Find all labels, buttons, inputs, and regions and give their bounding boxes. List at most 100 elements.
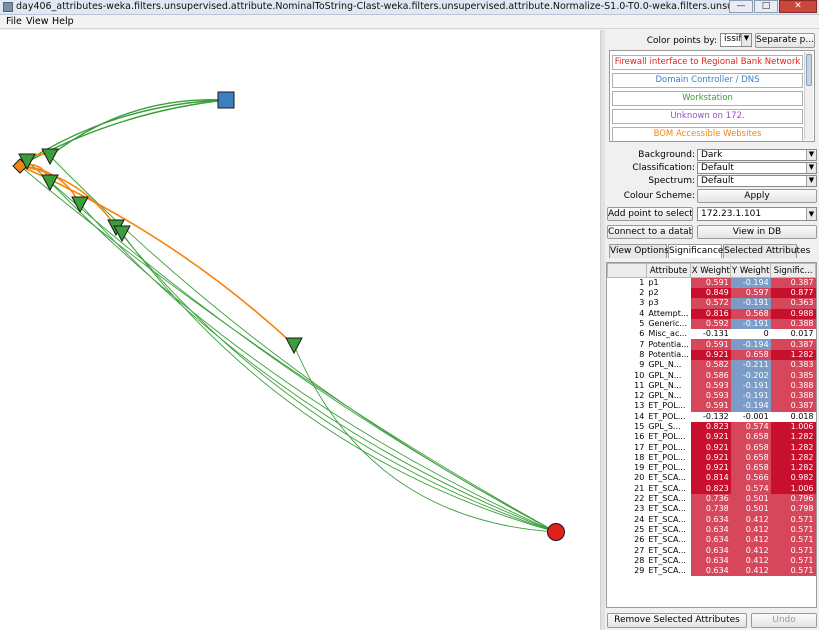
table-row[interactable]: 21 ET_SCA... 0.823 0.574 1.006 (608, 483, 816, 494)
table-row[interactable]: 22 ET_SCA... 0.736 0.501 0.796 (608, 493, 816, 505)
table-row[interactable]: 25 ET_SCA... 0.634 0.412 0.571 (608, 524, 816, 536)
column-header[interactable]: X Weight (690, 263, 732, 278)
app-icon (3, 2, 13, 12)
table-row[interactable]: 23 ET_SCA... 0.738 0.501 0.798 (608, 504, 816, 515)
attribute-cell: ET_SCA... (648, 535, 686, 545)
connect-database-button[interactable]: Connect to a datab... (607, 225, 693, 239)
color-points-dropdown[interactable]: issification ▼ (720, 33, 752, 47)
row-index: 9 (639, 360, 645, 370)
table-row[interactable]: 2 p2 0.849 0.597 0.877 (608, 288, 816, 299)
legend-item[interactable]: BOM Accessible Websites (612, 127, 803, 141)
plot-canvas[interactable] (0, 30, 600, 630)
scrollbar-thumb[interactable] (806, 54, 812, 86)
table-row[interactable]: 7 Potentia... 0.591 -0.194 0.387 (608, 339, 816, 350)
legend-scrollbar[interactable] (804, 52, 813, 140)
add-point-button[interactable]: Add point to selecti... (607, 207, 693, 221)
view-in-db-button[interactable]: View in DB (697, 225, 817, 239)
tab-significance[interactable]: Significance (668, 244, 723, 258)
value-cell: -0.191 (730, 390, 771, 402)
table-row[interactable]: 13 ET_POL... 0.591 -0.194 0.387 (608, 401, 816, 412)
table-row[interactable]: 15 GPL_S... 0.823 0.574 1.006 (608, 421, 816, 433)
table-row[interactable]: 16 ET_POL... 0.921 0.658 1.282 (608, 432, 816, 443)
value-cell: 0.877 (770, 288, 816, 299)
column-header[interactable]: Y Weight (730, 263, 772, 278)
menu-view[interactable]: View (26, 16, 49, 27)
column-header[interactable]: Attribute (645, 263, 692, 278)
maximize-button[interactable]: □ (754, 0, 778, 13)
value-cell: 0.921 (690, 432, 731, 443)
table-row[interactable]: 20 ET_SCA... 0.814 0.566 0.982 (608, 473, 816, 484)
row-index: 10 (634, 370, 645, 380)
title-bar[interactable]: day406_attributes-weka.filters.unsupervi… (0, 0, 819, 15)
table-row[interactable]: 4 Attempt... 0.816 0.568 0.988 (608, 308, 816, 319)
apply-button[interactable]: Apply (697, 189, 817, 203)
table-row[interactable]: 18 ET_POL... 0.921 0.658 1.282 (608, 452, 816, 464)
table-row[interactable]: 19 ET_POL... 0.921 0.658 1.282 (608, 463, 816, 474)
network-plot[interactable] (0, 30, 600, 630)
table-row[interactable]: 17 ET_POL... 0.921 0.658 1.282 (608, 442, 816, 453)
row-index: 4 (639, 308, 645, 318)
value-cell: -0.194 (730, 339, 771, 350)
classification-dropdown[interactable]: Default ▼ (697, 162, 817, 174)
value-cell: 0.388 (770, 390, 816, 402)
value-cell: 0.634 (690, 555, 731, 567)
menu-help[interactable]: Help (52, 16, 74, 27)
table-row[interactable]: 8 Potentia... 0.921 0.658 1.282 (608, 349, 816, 361)
tab-selected-attributes[interactable]: Selected Attributes (723, 244, 810, 258)
spectrum-dropdown[interactable]: Default ▼ (697, 175, 817, 187)
plot-node-square[interactable] (217, 91, 235, 109)
legend-item[interactable]: Firewall interface to Regional Bank Netw… (612, 55, 803, 70)
table-row[interactable]: 27 ET_SCA... 0.634 0.412 0.571 (608, 545, 816, 556)
close-button[interactable]: ✕ (779, 0, 817, 13)
legend-item[interactable]: Unknown on 172. (612, 109, 803, 124)
significance-table[interactable]: Attribute X Weight Y Weight Signific... 1 p1… (606, 262, 817, 608)
value-cell: 0.816 (690, 308, 731, 319)
attribute-cell: GPL_N... (648, 360, 682, 370)
plot-node-circle[interactable] (547, 523, 565, 541)
column-header[interactable] (607, 263, 647, 278)
table-row[interactable]: 1 p1 0.591 -0.194 0.387 (608, 277, 816, 288)
tab-bar: View Options Significance Selected Attri… (609, 244, 815, 258)
attribute-cell: ET_SCA... (648, 483, 686, 493)
plot-node-triangle[interactable] (285, 337, 303, 355)
menu-bar: File View Help (0, 15, 819, 29)
value-cell: 0.412 (730, 545, 771, 556)
tab-view-options[interactable]: View Options (609, 244, 669, 258)
background-dropdown[interactable]: Dark ▼ (697, 149, 817, 161)
table-row[interactable]: 11 GPL_N... 0.593 -0.191 0.388 (608, 380, 816, 391)
table-row[interactable]: 6 Misc_ac... -0.131 0 0.017 (608, 329, 816, 340)
remove-selected-attributes-button[interactable]: Remove Selected Attributes (607, 613, 747, 628)
table-row[interactable]: 12 GPL_N... 0.593 -0.191 0.388 (608, 390, 816, 402)
row-index: 21 (634, 483, 645, 493)
column-header[interactable]: Signific... (770, 263, 816, 278)
table-row[interactable]: 26 ET_SCA... 0.634 0.412 0.571 (608, 535, 816, 546)
attribute-cell: GPL_N... (648, 370, 682, 380)
value-cell: 0.658 (730, 432, 771, 443)
table-row[interactable]: 9 GPL_N... 0.582 -0.211 0.383 (608, 360, 816, 371)
menu-file[interactable]: File (6, 16, 22, 27)
ip-dropdown[interactable]: 172.23.1.101 ▼ (697, 207, 817, 221)
table-row[interactable]: 3 p3 0.572 -0.191 0.363 (608, 298, 816, 309)
table-row[interactable]: 10 GPL_N... 0.586 -0.202 0.385 (608, 370, 816, 381)
value-cell: -0.194 (730, 277, 771, 288)
legend-item[interactable]: Workstation (612, 91, 803, 106)
row-index: 23 (634, 504, 645, 514)
value-cell: 0.658 (730, 452, 771, 464)
table-row[interactable]: 29 ET_SCA... 0.634 0.412 0.571 (608, 566, 816, 577)
attribute-cell: GPL_N... (648, 391, 682, 401)
row-index: 13 (634, 401, 645, 411)
table-row[interactable]: 28 ET_SCA... 0.634 0.412 0.571 (608, 555, 816, 567)
undo-button[interactable]: Undo (751, 613, 817, 628)
row-index: 7 (639, 339, 645, 349)
minimize-button[interactable]: — (729, 0, 753, 13)
value-cell: 0.597 (730, 288, 771, 299)
legend-item[interactable]: Domain Controller / DNS (612, 73, 803, 88)
value-cell: -0.202 (730, 370, 771, 381)
separate-button[interactable]: Separate p... (755, 33, 815, 48)
value-cell: 0.501 (730, 504, 771, 515)
value-cell: -0.001 (730, 411, 771, 422)
table-row[interactable]: 5 Generic... 0.592 -0.191 0.388 (608, 318, 816, 330)
spectrum-label: Spectrum: (648, 176, 695, 186)
table-row[interactable]: 24 ET_SCA... 0.634 0.412 0.571 (608, 514, 816, 525)
table-row[interactable]: 14 ET_POL... -0.132 -0.001 0.018 (608, 411, 816, 422)
